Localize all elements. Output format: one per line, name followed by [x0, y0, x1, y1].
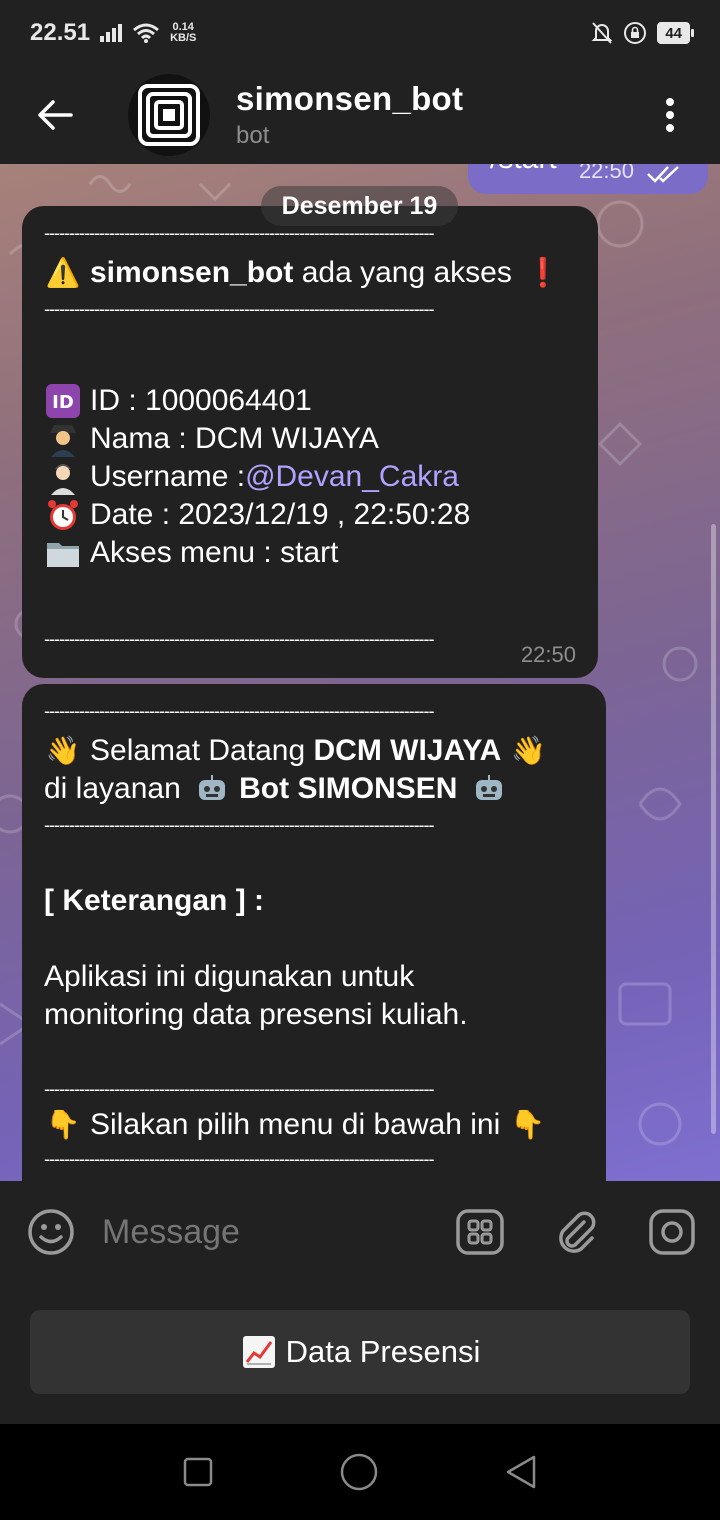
message-bubble-access[interactable]: ----------------------------------------… — [22, 206, 598, 678]
status-time: 22.51 — [30, 19, 91, 46]
net-speed-unit: KB/S — [170, 32, 197, 44]
alarm-clock-icon — [44, 496, 82, 534]
separator-line: ----------------------------------------… — [44, 702, 435, 720]
bell-off-icon — [591, 22, 613, 44]
battery-indicator: 44 — [657, 22, 694, 44]
layanan-bot: Bot SIMONSEN — [239, 772, 458, 805]
arrow-left-icon — [38, 100, 73, 130]
person-icon — [44, 458, 82, 496]
alert-text: ada yang akses — [301, 256, 512, 289]
bot-logo-icon — [138, 84, 200, 146]
separator-line: ----------------------------------------… — [44, 630, 435, 648]
signal-icon — [100, 24, 123, 42]
outgoing-text: /start — [490, 164, 557, 176]
paperclip-icon — [559, 1211, 596, 1253]
id-icon: ID — [44, 382, 82, 420]
akses-text: Akses menu : start — [90, 536, 339, 569]
back-nav-icon[interactable] — [504, 1454, 538, 1490]
separator-line: ----------------------------------------… — [44, 1080, 435, 1098]
detective-icon — [44, 420, 82, 458]
chat-subtitle: bot — [236, 122, 270, 149]
chart-increasing-icon — [240, 1333, 278, 1371]
keterangan-heading: [ Keterangan ] : — [44, 884, 265, 917]
camera-button[interactable] — [624, 1181, 720, 1283]
system-navigation-bar — [0, 1424, 720, 1520]
lock-rotation-icon — [624, 22, 647, 44]
chat-area[interactable]: /start 22:50 Desember 19 ---------------… — [0, 164, 720, 1181]
more-options-button[interactable] — [620, 66, 720, 164]
message-time: 22:50 — [520, 642, 576, 667]
waving-hand-icon: 👋 — [45, 734, 81, 767]
date-text: Date : 2023/12/19 , 22:50:28 — [90, 498, 471, 531]
attach-button[interactable] — [528, 1181, 624, 1283]
bot-keyboard-button[interactable] — [432, 1181, 528, 1283]
date-pill: Desember 19 — [261, 186, 458, 226]
keyboard-grid-icon — [456, 1209, 504, 1255]
wifi-icon — [133, 23, 160, 43]
separator-line: ----------------------------------------… — [44, 816, 435, 834]
recent-apps-icon[interactable] — [182, 1456, 214, 1488]
data-presensi-button[interactable]: Data Presensi — [30, 1310, 690, 1394]
layanan-pre: di layanan — [44, 772, 181, 805]
description-line-2: monitoring data presensi kuliah. — [44, 998, 468, 1031]
avatar[interactable] — [128, 74, 210, 156]
pilih-text: Silakan pilih menu di bawah ini — [90, 1108, 501, 1141]
separator-line: ----------------------------------------… — [44, 1150, 435, 1168]
pointing-down-icon: 👇 — [510, 1108, 546, 1141]
chat-header: simonsen_bot bot — [0, 66, 720, 164]
scrollbar[interactable] — [711, 524, 716, 1134]
separator-line: ----------------------------------------… — [44, 300, 435, 318]
camera-icon — [649, 1209, 695, 1255]
nama-text: Nama : DCM WIJAYA — [90, 422, 379, 455]
chat-title[interactable]: simonsen_bot — [236, 80, 463, 118]
username-label: Username : — [90, 460, 246, 493]
double-check-icon — [647, 166, 679, 183]
net-speed: 0.14 KB/S — [170, 22, 196, 44]
more-vertical-icon — [666, 98, 674, 132]
back-button[interactable] — [0, 66, 110, 164]
description-line-1: Aplikasi ini digunakan untuk — [44, 960, 415, 993]
emoji-button[interactable] — [0, 1181, 102, 1283]
warning-icon: ⚠️ — [45, 256, 81, 289]
message-bubble-welcome[interactable]: ----------------------------------------… — [22, 684, 606, 1181]
alert-bot-name: simonsen_bot — [90, 256, 294, 289]
id-text: ID : 1000064401 — [90, 384, 312, 417]
username-link[interactable]: @Devan_Cakra — [245, 458, 459, 496]
svg-text:ID: ID — [52, 392, 74, 413]
folder-icon — [44, 534, 82, 572]
waving-hand-icon: 👋 — [511, 734, 547, 767]
robot-icon — [193, 770, 231, 808]
exclamation-icon: ❗ — [525, 256, 561, 289]
outgoing-time: 22:50 — [578, 164, 634, 183]
message-input[interactable] — [102, 1212, 432, 1252]
welcome-name: DCM WIJAYA — [313, 734, 502, 767]
welcome-pre: Selamat Datang — [90, 734, 306, 767]
smiley-icon — [28, 1209, 74, 1255]
bot-keyboard: Data Presensi — [0, 1283, 720, 1424]
home-icon[interactable] — [339, 1452, 379, 1492]
status-bar: 22.51 0.14 KB/S 44 — [0, 0, 720, 66]
robot-icon — [470, 770, 508, 808]
separator-line: ----------------------------------------… — [44, 224, 435, 242]
pointing-down-icon: 👇 — [45, 1108, 81, 1141]
data-presensi-label: Data Presensi — [285, 1334, 481, 1369]
message-input-bar — [0, 1181, 720, 1283]
outgoing-message[interactable]: /start 22:50 — [468, 164, 708, 194]
